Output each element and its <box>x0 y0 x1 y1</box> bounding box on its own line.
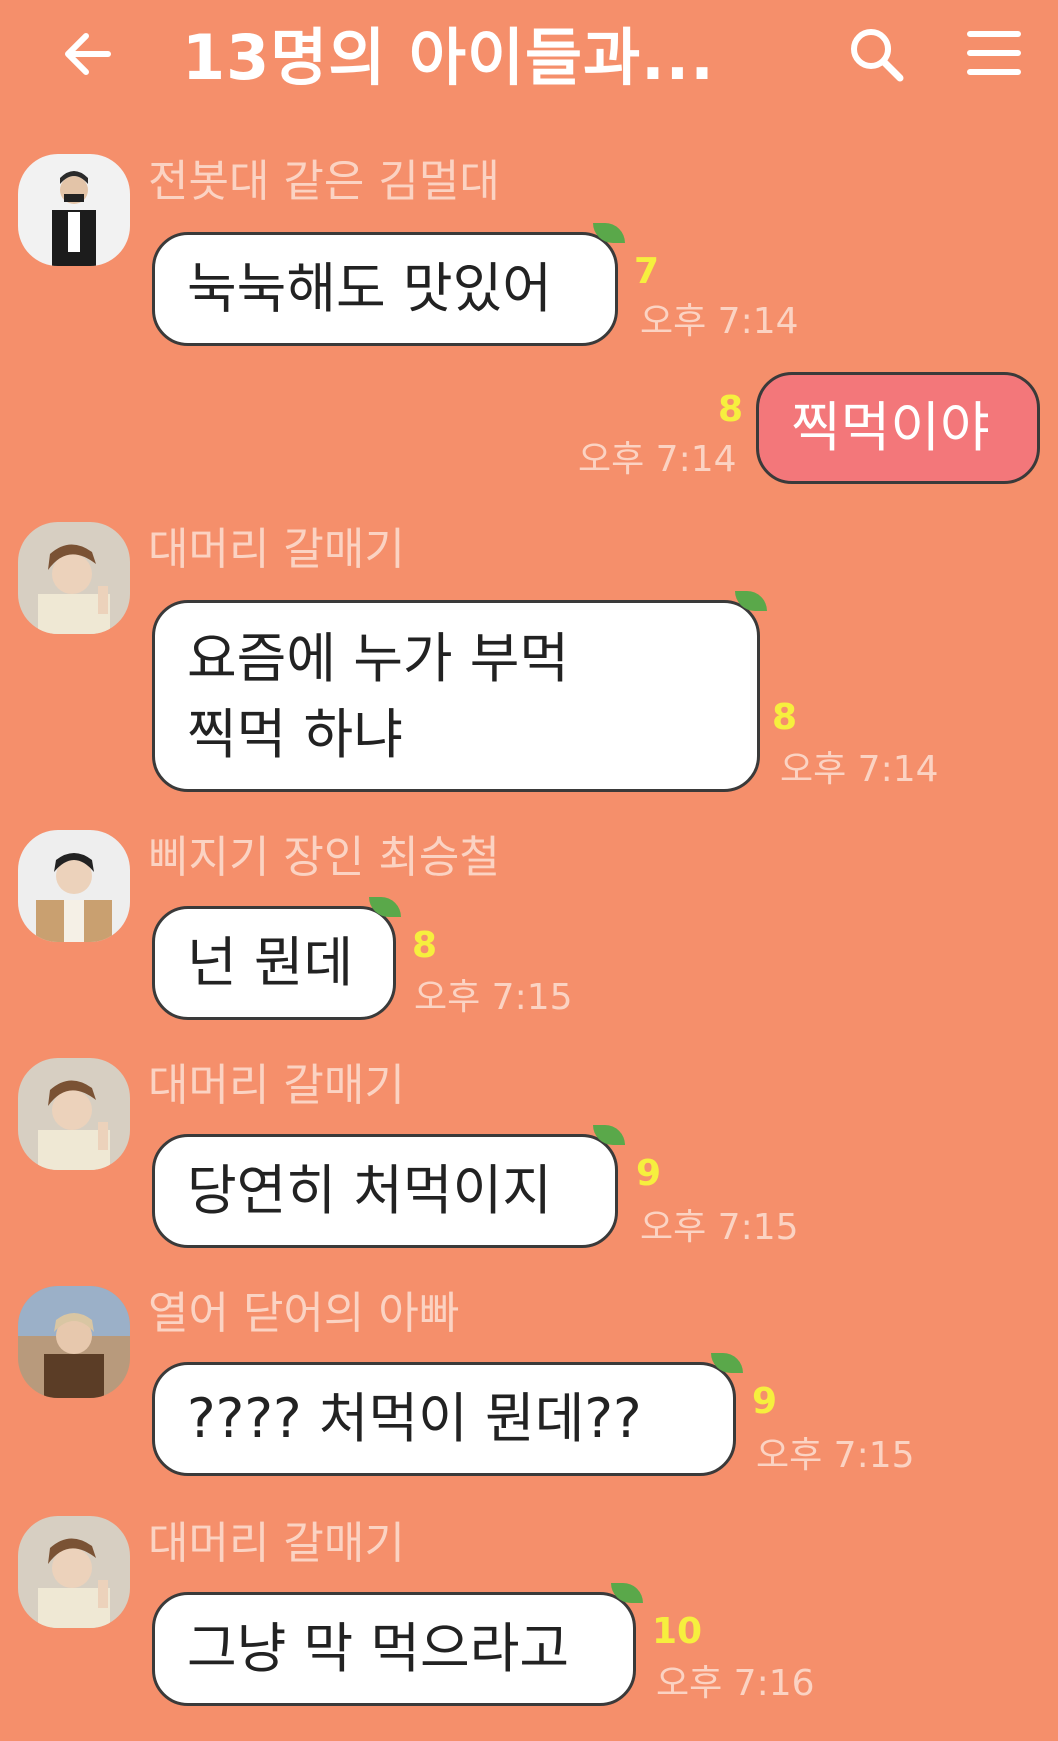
hamburger-menu-icon <box>967 31 1021 75</box>
message-bubble[interactable]: ???? 처먹이 뭔데?? <box>152 1353 743 1476</box>
message-text: ???? 처먹이 뭔데?? <box>187 1387 642 1450</box>
leaf-decoration-icon <box>711 1353 743 1373</box>
unread-count: 8 <box>718 389 744 430</box>
profile-photo <box>18 830 130 942</box>
message-bubble[interactable]: 그냥 막 먹으라고 <box>152 1583 643 1706</box>
avatar[interactable] <box>18 1286 130 1398</box>
menu-button[interactable] <box>966 28 1022 78</box>
avatar[interactable] <box>18 1058 130 1170</box>
profile-photo <box>18 1058 130 1170</box>
message-bubble[interactable]: 넌 뭔데 <box>152 897 401 1020</box>
back-arrow-icon <box>65 33 111 75</box>
unread-count: 10 <box>652 1611 703 1652</box>
unread-count: 7 <box>634 251 660 292</box>
sender-name: 대머리 갈매기 <box>148 524 405 575</box>
message-text: 당연히 처먹이지 <box>187 1159 552 1222</box>
sender-name: 열어 닫어의 아빠 <box>148 1288 460 1339</box>
message-time: 오후 7:15 <box>414 977 573 1018</box>
search-button[interactable] <box>846 24 906 84</box>
leaf-decoration-icon <box>593 223 625 243</box>
unread-count: 9 <box>752 1381 778 1422</box>
avatar[interactable] <box>18 830 130 942</box>
profile-photo <box>18 154 130 266</box>
message-time: 오후 7:14 <box>578 439 737 480</box>
chat-header: 13명의 아이들과... <box>0 0 1058 120</box>
avatar[interactable] <box>18 1516 130 1628</box>
leaf-decoration-icon <box>735 591 767 611</box>
search-icon <box>851 29 904 82</box>
message-text: 찍먹이야 <box>791 396 990 459</box>
message-time: 오후 7:14 <box>780 749 939 790</box>
unread-count: 9 <box>636 1153 662 1194</box>
message-text: 그냥 막 먹으라고 <box>187 1617 570 1680</box>
profile-photo <box>18 1286 130 1398</box>
message-text: 요즘에 누가 부먹 <box>187 627 570 690</box>
back-button[interactable] <box>60 26 116 82</box>
message-bubble[interactable]: 요즘에 누가 부먹 찍먹 하냐 <box>152 591 767 792</box>
chat-title: 13명의 아이들과... <box>182 21 715 94</box>
message-text: 찍먹 하냐 <box>187 703 403 766</box>
unread-count: 8 <box>772 697 798 738</box>
message-time: 오후 7:15 <box>640 1207 799 1248</box>
sender-name: 삐지기 장인 최승철 <box>148 832 500 883</box>
avatar[interactable] <box>18 522 130 634</box>
leaf-decoration-icon <box>593 1125 625 1145</box>
message-text: 눅눅해도 맛있어 <box>187 257 552 320</box>
leaf-decoration-icon <box>369 897 401 917</box>
message-bubble[interactable]: 당연히 처먹이지 <box>152 1125 625 1248</box>
sender-name: 대머리 갈매기 <box>148 1060 405 1111</box>
avatar[interactable] <box>18 154 130 266</box>
sender-name: 대머리 갈매기 <box>148 1518 405 1569</box>
sender-name: 전봇대 같은 김멀대 <box>148 156 500 207</box>
my-message-bubble[interactable]: 찍먹이야 <box>756 372 1040 484</box>
leaf-decoration-icon <box>611 1583 643 1603</box>
message-time: 오후 7:15 <box>756 1435 915 1476</box>
message-text: 넌 뭔데 <box>187 931 354 994</box>
profile-photo <box>18 522 130 634</box>
profile-photo <box>18 1516 130 1628</box>
message-time: 오후 7:14 <box>640 301 799 342</box>
message-time: 오후 7:16 <box>656 1663 815 1704</box>
message-bubble[interactable]: 눅눅해도 맛있어 <box>152 223 625 346</box>
unread-count: 8 <box>412 925 438 966</box>
